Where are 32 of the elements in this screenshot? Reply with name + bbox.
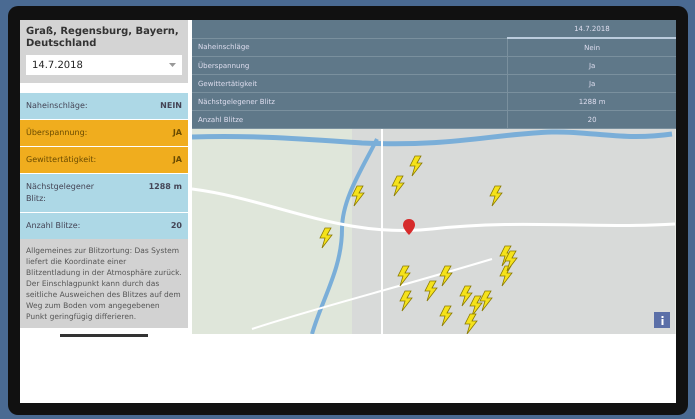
summary-value: NEIN xyxy=(160,100,182,112)
lightning-bolt-icon xyxy=(399,290,413,312)
summary-label: Naheinschläge: xyxy=(26,100,88,112)
lightning-bolt-icon xyxy=(397,266,411,286)
lightning-bolt-icon xyxy=(499,266,513,286)
info-button[interactable] xyxy=(654,312,670,328)
summary-value: 1288 m xyxy=(148,181,182,193)
lightning-bolt-icon xyxy=(391,176,405,196)
lightning-bolt-icon xyxy=(459,286,473,306)
lightning-bolt-icon xyxy=(504,250,518,272)
lightning-bolt-icon xyxy=(351,186,365,206)
location-title: Graß, Regensburg, Bayern, Deutschland xyxy=(26,26,180,50)
lightning-bolt-icon xyxy=(319,228,333,248)
summary-value: JA xyxy=(172,127,182,139)
lightning-bolt-icon xyxy=(464,314,478,334)
lightning-bolt-icon xyxy=(479,290,493,312)
lightning-bolt-icon xyxy=(424,280,438,302)
lightning-bolt-icon xyxy=(409,156,423,176)
lightning-bolt-icon xyxy=(469,296,483,316)
summary-value: JA xyxy=(172,154,182,166)
location-pin-icon xyxy=(403,219,415,235)
lightning-bolt-icon xyxy=(489,186,503,206)
summary-label: Überspannung: xyxy=(26,127,88,139)
date-select[interactable]: 14.7.2018 xyxy=(26,55,182,75)
summary-label: Gewittertätigkeit: xyxy=(26,154,96,166)
lightning-bolt-icon xyxy=(439,306,453,326)
summary-label: Anzahl Blitze: xyxy=(26,220,80,232)
caret-icon xyxy=(169,63,176,67)
summary-label: Nächstgelegener Blitz: xyxy=(26,181,96,205)
summary-value: 20 xyxy=(170,220,182,232)
lightning-bolt-icon xyxy=(439,266,453,286)
info-icon xyxy=(660,316,664,324)
